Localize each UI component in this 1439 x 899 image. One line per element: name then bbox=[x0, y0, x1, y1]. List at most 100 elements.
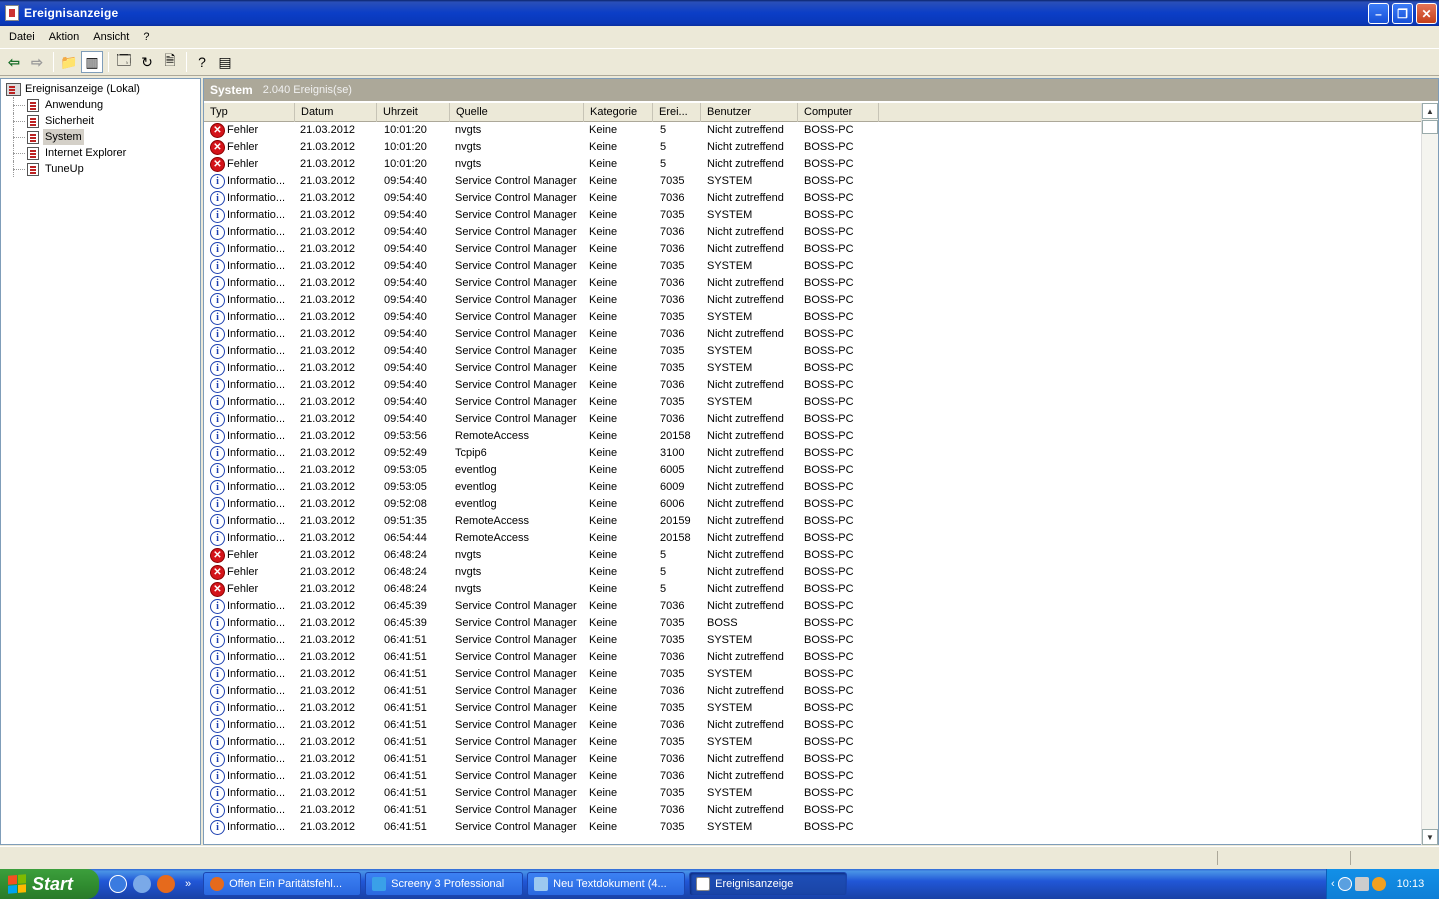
column-computer[interactable]: Computer bbox=[798, 103, 879, 122]
table-row[interactable]: i Informatio... 21.03.2012 06:41:51 Service … bbox=[208, 768, 1421, 785]
table-row[interactable]: ✕ Fehler 21.03.2012 06:48:24 nvgts Keine 5 Nich… bbox=[208, 581, 1421, 598]
scroll-up-icon[interactable]: ▲ bbox=[1422, 103, 1438, 119]
info-icon: i bbox=[210, 310, 225, 325]
network-icon[interactable] bbox=[1337, 877, 1352, 891]
menu-datei[interactable]: Datei bbox=[2, 27, 42, 47]
menu-ansicht[interactable]: Ansicht bbox=[86, 27, 136, 47]
minimize-button[interactable]: – bbox=[1368, 3, 1389, 24]
help-icon[interactable]: ? bbox=[191, 51, 213, 73]
export-list-icon[interactable]: 🗎 bbox=[159, 51, 181, 73]
scroll-down-icon[interactable]: ▼ bbox=[1422, 829, 1438, 845]
table-row[interactable]: i Informatio... 21.03.2012 09:53:56 RemoteAc… bbox=[208, 428, 1421, 445]
table-row[interactable]: i Informatio... 21.03.2012 09:54:40 Service … bbox=[208, 360, 1421, 377]
cell-benutzer: SYSTEM bbox=[707, 736, 753, 748]
table-row[interactable]: ✕ Fehler 21.03.2012 10:01:20 nvgts Keine 5 Nich… bbox=[208, 139, 1421, 156]
table-row[interactable]: i Informatio... 21.03.2012 06:45:39 Service … bbox=[208, 598, 1421, 615]
firefox-icon[interactable] bbox=[157, 875, 175, 893]
table-row[interactable]: i Informatio... 21.03.2012 09:53:05 eventlog… bbox=[208, 479, 1421, 496]
console-icon[interactable]: ▤ bbox=[214, 51, 236, 73]
properties-icon[interactable]: 🗔 bbox=[113, 51, 135, 73]
internet-explorer-icon[interactable] bbox=[109, 875, 127, 893]
table-row[interactable]: i Informatio... 21.03.2012 09:54:40 Service … bbox=[208, 207, 1421, 224]
table-row[interactable]: i Informatio... 21.03.2012 09:54:40 Service … bbox=[208, 309, 1421, 326]
table-row[interactable]: i Informatio... 21.03.2012 09:54:40 Service … bbox=[208, 258, 1421, 275]
table-row[interactable]: i Informatio... 21.03.2012 06:41:51 Service … bbox=[208, 751, 1421, 768]
column-benutzer[interactable]: Benutzer bbox=[701, 103, 798, 122]
column-quelle[interactable]: Quelle bbox=[450, 103, 584, 122]
column-uhrzeit[interactable]: Uhrzeit bbox=[377, 103, 450, 122]
table-row[interactable]: i Informatio... 21.03.2012 06:41:51 Service … bbox=[208, 683, 1421, 700]
table-row[interactable]: i Informatio... 21.03.2012 09:54:40 Service … bbox=[208, 377, 1421, 394]
table-row[interactable]: ✕ Fehler 21.03.2012 06:48:24 nvgts Keine 5 Nich… bbox=[208, 547, 1421, 564]
table-row[interactable]: i Informatio... 21.03.2012 06:41:51 Service … bbox=[208, 632, 1421, 649]
column-datum[interactable]: Datum bbox=[295, 103, 377, 122]
table-row[interactable]: i Informatio... 21.03.2012 06:41:51 Service … bbox=[208, 649, 1421, 666]
tree-item-internet-explorer[interactable]: Internet Explorer bbox=[1, 145, 200, 161]
table-row[interactable]: i Informatio... 21.03.2012 06:41:51 Service … bbox=[208, 819, 1421, 836]
task-event-viewer[interactable]: Ereignisanzeige bbox=[689, 872, 848, 896]
table-row[interactable]: i Informatio... 21.03.2012 09:54:40 Service … bbox=[208, 326, 1421, 343]
show-hide-tree-icon[interactable]: ▥ bbox=[81, 51, 103, 73]
tree-item-system[interactable]: System bbox=[1, 129, 200, 145]
vertical-scrollbar[interactable]: ▲ ▼ bbox=[1421, 103, 1438, 845]
scroll-thumb[interactable] bbox=[1422, 120, 1438, 134]
table-row[interactable]: i Informatio... 21.03.2012 09:54:40 Service … bbox=[208, 411, 1421, 428]
table-row[interactable]: ✕ Fehler 21.03.2012 10:01:20 nvgts Keine 5 Nich… bbox=[208, 122, 1421, 139]
cell-uhrzeit: 09:54:40 bbox=[384, 311, 427, 323]
close-button[interactable]: ✕ bbox=[1416, 3, 1437, 24]
restore-button[interactable]: ❐ bbox=[1392, 3, 1413, 24]
clock[interactable]: 10:13 bbox=[1397, 878, 1425, 890]
forward-arrow-icon[interactable]: ⇨ bbox=[26, 51, 48, 73]
table-row[interactable]: ✕ Fehler 21.03.2012 06:48:24 nvgts Keine 5 Nich… bbox=[208, 564, 1421, 581]
tree-item-anwendung[interactable]: Anwendung bbox=[1, 97, 200, 113]
table-row[interactable]: i Informatio... 21.03.2012 09:51:35 RemoteAc… bbox=[208, 513, 1421, 530]
cell-quelle: eventlog bbox=[455, 498, 497, 510]
task-firefox[interactable]: Offen Ein Paritätsfehl... bbox=[203, 872, 362, 896]
table-row[interactable]: i Informatio... 21.03.2012 09:54:40 Service … bbox=[208, 394, 1421, 411]
table-row[interactable]: i Informatio... 21.03.2012 06:45:39 Service … bbox=[208, 615, 1421, 632]
tree-item-sicherheit[interactable]: Sicherheit bbox=[1, 113, 200, 129]
start-button[interactable]: Start bbox=[0, 869, 99, 899]
up-folder-icon[interactable]: 📁 bbox=[58, 51, 80, 73]
type-label: Fehler bbox=[227, 549, 259, 561]
cell-ereignis: 20158 bbox=[660, 430, 691, 442]
table-row[interactable]: i Informatio... 21.03.2012 09:54:40 Service … bbox=[208, 343, 1421, 360]
refresh-icon[interactable]: ↻ bbox=[136, 51, 158, 73]
table-row[interactable]: i Informatio... 21.03.2012 09:54:40 Service … bbox=[208, 173, 1421, 190]
title-bar[interactable]: Ereignisanzeige – ❐ ✕ bbox=[0, 0, 1439, 26]
info-icon: i bbox=[210, 344, 225, 359]
task-notepad[interactable]: Neu Textdokument (4... bbox=[527, 872, 686, 896]
table-row[interactable]: ✕ Fehler 21.03.2012 10:01:20 nvgts Keine 5 Nich… bbox=[208, 156, 1421, 173]
column-typ[interactable]: Typ bbox=[204, 103, 295, 122]
table-row[interactable]: i Informatio... 21.03.2012 06:41:51 Service … bbox=[208, 666, 1421, 683]
tray-app-icon[interactable] bbox=[1371, 877, 1386, 891]
table-row[interactable]: i Informatio... 21.03.2012 09:53:05 eventlog… bbox=[208, 462, 1421, 479]
table-row[interactable]: i Informatio... 21.03.2012 06:41:51 Service … bbox=[208, 734, 1421, 751]
monitor-icon[interactable] bbox=[1354, 877, 1369, 891]
table-row[interactable]: i Informatio... 21.03.2012 09:54:40 Service … bbox=[208, 275, 1421, 292]
chevron-left-icon[interactable]: ‹ bbox=[1331, 878, 1335, 890]
table-row[interactable]: i Informatio... 21.03.2012 09:54:40 Service … bbox=[208, 292, 1421, 309]
table-row[interactable]: i Informatio... 21.03.2012 09:54:40 Service … bbox=[208, 224, 1421, 241]
show-desktop-icon[interactable] bbox=[133, 875, 151, 893]
table-row[interactable]: i Informatio... 21.03.2012 09:54:40 Service … bbox=[208, 241, 1421, 258]
menu-help[interactable]: ? bbox=[136, 27, 156, 47]
menu-aktion[interactable]: Aktion bbox=[42, 27, 87, 47]
task-screeny[interactable]: Screeny 3 Professional bbox=[365, 872, 524, 896]
table-row[interactable]: i Informatio... 21.03.2012 06:41:51 Service … bbox=[208, 700, 1421, 717]
table-row[interactable]: i Informatio... 21.03.2012 06:41:51 Service … bbox=[208, 802, 1421, 819]
table-row[interactable]: i Informatio... 21.03.2012 06:41:51 Service … bbox=[208, 717, 1421, 734]
tree-item-tuneup[interactable]: TuneUp bbox=[1, 161, 200, 177]
tree-root-item[interactable]: Ereignisanzeige (Lokal) bbox=[1, 81, 200, 97]
table-row[interactable]: i Informatio... 21.03.2012 09:54:40 Service … bbox=[208, 190, 1421, 207]
column-kategorie[interactable]: Kategorie bbox=[584, 103, 653, 122]
table-row[interactable]: i Informatio... 21.03.2012 06:54:44 RemoteAc… bbox=[208, 530, 1421, 547]
table-row[interactable]: i Informatio... 21.03.2012 09:52:08 eventlog… bbox=[208, 496, 1421, 513]
column-ereignis[interactable]: Erei... bbox=[653, 103, 701, 122]
cell-quelle: RemoteAccess bbox=[455, 532, 529, 544]
cell-benutzer: BOSS bbox=[707, 617, 738, 629]
table-row[interactable]: i Informatio... 21.03.2012 09:52:49 Tcpip6 Ke… bbox=[208, 445, 1421, 462]
chevron-right-icon[interactable]: » bbox=[185, 878, 191, 890]
back-arrow-icon[interactable]: ⇦ bbox=[3, 51, 25, 73]
table-row[interactable]: i Informatio... 21.03.2012 06:41:51 Service … bbox=[208, 785, 1421, 802]
